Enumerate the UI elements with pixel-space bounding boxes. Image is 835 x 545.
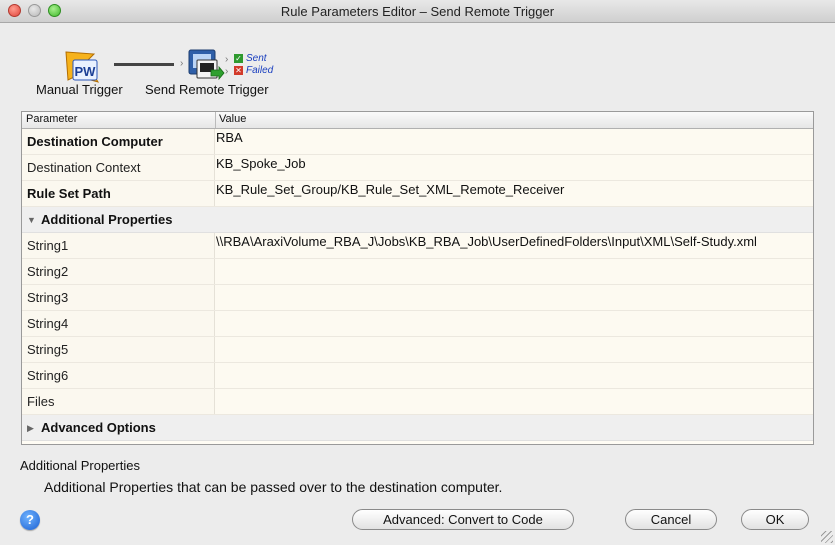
remote-computer-icon[interactable] bbox=[187, 48, 227, 84]
table-row[interactable]: String5 bbox=[22, 337, 813, 363]
title-bar: Rule Parameters Editor – Send Remote Tri… bbox=[0, 0, 835, 23]
table-row[interactable]: String3 bbox=[22, 285, 813, 311]
value-text: KB_Spoke_Job bbox=[216, 156, 306, 171]
table-row[interactable]: String2 bbox=[22, 259, 813, 285]
svg-text:PW: PW bbox=[75, 64, 97, 79]
table-row[interactable]: Destination Computer RBA bbox=[22, 129, 813, 155]
parameter-label: Destination Context bbox=[27, 160, 141, 175]
window-title: Rule Parameters Editor – Send Remote Tri… bbox=[280, 4, 555, 19]
cancel-button[interactable]: Cancel bbox=[625, 509, 717, 530]
string1-field[interactable]: \\RBA\AraxiVolume_RBA_J\Jobs\KB_RBA_Job\… bbox=[216, 233, 813, 258]
files-field[interactable] bbox=[216, 389, 813, 414]
send-remote-trigger-label: Send Remote Trigger bbox=[145, 82, 269, 97]
group-label: Additional Properties bbox=[41, 212, 173, 227]
table-header: Parameter Value bbox=[22, 112, 813, 129]
table-row[interactable]: String1 \\RBA\AraxiVolume_RBA_J\Jobs\KB_… bbox=[22, 233, 813, 259]
string4-field[interactable] bbox=[216, 311, 813, 336]
additional-properties-group[interactable]: ▼ Additional Properties bbox=[22, 207, 813, 233]
parameter-label: String2 bbox=[27, 264, 69, 279]
x-icon: ✕ bbox=[234, 65, 243, 75]
check-icon: ✓ bbox=[234, 53, 243, 63]
connector-arrow-icon: › bbox=[180, 58, 184, 69]
table-row[interactable]: String4 bbox=[22, 311, 813, 337]
parameter-label: Rule Set Path bbox=[27, 186, 111, 201]
value-text: \\RBA\AraxiVolume_RBA_J\Jobs\KB_RBA_Job\… bbox=[216, 234, 757, 249]
value-text: RBA bbox=[216, 130, 243, 145]
advanced-options-group[interactable]: ▶ Advanced Options bbox=[22, 415, 813, 441]
sent-arrow-icon: › bbox=[225, 54, 229, 65]
string3-field[interactable] bbox=[216, 285, 813, 310]
advanced-convert-to-code-button[interactable]: Advanced: Convert to Code bbox=[352, 509, 574, 530]
rule-set-path-field[interactable]: KB_Rule_Set_Group/KB_Rule_Set_XML_Remote… bbox=[216, 181, 813, 206]
string5-field[interactable] bbox=[216, 337, 813, 362]
table-row[interactable]: Destination Context KB_Spoke_Job bbox=[22, 155, 813, 181]
string6-field[interactable] bbox=[216, 363, 813, 388]
failed-output[interactable]: ✕ Failed bbox=[234, 65, 273, 76]
parameter-label: String6 bbox=[27, 368, 69, 383]
manual-trigger-label: Manual Trigger bbox=[36, 82, 123, 97]
expanded-triangle-icon[interactable]: ▼ bbox=[27, 215, 36, 225]
table-row[interactable]: String6 bbox=[22, 363, 813, 389]
sent-output[interactable]: ✓ Sent bbox=[234, 53, 267, 64]
column-header-value[interactable]: Value bbox=[219, 113, 246, 125]
parameter-label: String1 bbox=[27, 238, 69, 253]
pw-trigger-icon[interactable]: PW bbox=[64, 50, 100, 84]
parameter-label: String4 bbox=[27, 316, 69, 331]
group-label: Advanced Options bbox=[41, 420, 156, 435]
resize-grip-icon[interactable] bbox=[821, 531, 833, 543]
description-title: Additional Properties bbox=[20, 458, 140, 473]
value-text: KB_Rule_Set_Group/KB_Rule_Set_XML_Remote… bbox=[216, 182, 565, 197]
parameter-label: String5 bbox=[27, 342, 69, 357]
description-text: Additional Properties that can be passed… bbox=[44, 479, 503, 495]
table-row[interactable]: Files bbox=[22, 389, 813, 415]
help-button[interactable]: ? bbox=[20, 510, 40, 530]
parameter-label: String3 bbox=[27, 290, 69, 305]
ok-button[interactable]: OK bbox=[741, 509, 809, 530]
failed-arrow-icon: › bbox=[225, 66, 229, 77]
parameter-label: Files bbox=[27, 394, 55, 409]
destination-computer-field[interactable]: RBA bbox=[216, 129, 813, 154]
parameter-label: Destination Computer bbox=[27, 134, 163, 149]
parameter-table: Parameter Value Destination Computer RBA… bbox=[21, 111, 814, 445]
sent-label: Sent bbox=[246, 53, 267, 64]
failed-label: Failed bbox=[246, 65, 274, 76]
collapsed-triangle-icon[interactable]: ▶ bbox=[27, 423, 34, 434]
flow-connector-line bbox=[114, 63, 174, 66]
destination-context-field[interactable]: KB_Spoke_Job bbox=[216, 155, 813, 180]
string2-field[interactable] bbox=[216, 259, 813, 284]
table-row[interactable]: Rule Set Path KB_Rule_Set_Group/KB_Rule_… bbox=[22, 181, 813, 207]
column-header-parameter[interactable]: Parameter bbox=[26, 113, 77, 125]
column-divider[interactable] bbox=[215, 112, 216, 128]
